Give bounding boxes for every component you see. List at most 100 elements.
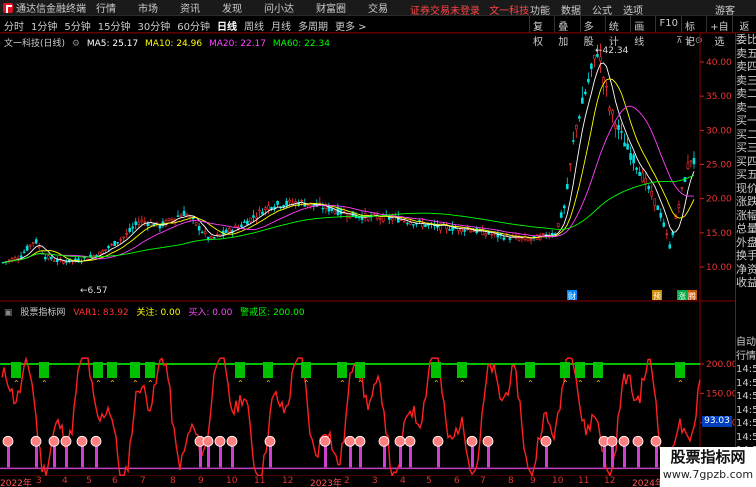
candle-body — [653, 198, 657, 206]
candle-body — [378, 218, 382, 220]
candle-body — [605, 86, 608, 88]
alert-zone-bar — [130, 362, 140, 378]
buy-signal-ball — [90, 435, 102, 447]
candle-body — [243, 221, 246, 224]
tick-row: 14:5 — [736, 404, 756, 416]
indicator-header: ▣ 股票指标网 VAR1: 83.92 关注: 0.00 买入: 0.00 警戒… — [4, 305, 310, 318]
alert-zone-bar — [235, 362, 245, 378]
sell-arrow-icon: ⌃ — [459, 379, 466, 388]
quote-field-label: 买二 — [736, 127, 756, 141]
buy-signal-ball — [432, 435, 444, 447]
candle-body — [620, 131, 623, 133]
buy-signal-bar — [637, 443, 640, 468]
buy-signal-ball — [214, 435, 226, 447]
candle-body — [128, 228, 132, 232]
sell-arrow-icon: ⌃ — [339, 379, 346, 388]
date-tick: 2 — [344, 476, 350, 486]
buy-signal-ball — [264, 435, 276, 447]
date-tick: 7 — [140, 476, 146, 486]
indicator-axis-label: 150.00 — [706, 389, 735, 399]
buy-signal-bar — [7, 443, 10, 468]
candle-body — [571, 140, 575, 142]
alert-zone-bar — [263, 362, 273, 378]
buy-signal-ball — [319, 435, 331, 447]
candle-body — [300, 199, 304, 202]
high-price-label: ←42.34 — [595, 46, 629, 56]
candle-body — [267, 205, 270, 210]
candle-body — [240, 224, 243, 228]
sell-arrow-icon: ⌃ — [357, 379, 364, 388]
buy-signal-ball — [606, 435, 618, 447]
candle-body — [131, 226, 135, 229]
var1-label: VAR1: 83.92 — [73, 308, 129, 318]
sell-arrow-icon: ⌃ — [95, 379, 102, 388]
date-tick: 2023年 — [310, 479, 342, 487]
candle-body — [677, 204, 681, 209]
candle-body — [113, 240, 116, 246]
tick-row: 14:5 — [736, 391, 756, 402]
date-tick: 2022年 — [0, 479, 32, 487]
buy-signal-ball — [482, 435, 494, 447]
candle-body — [484, 233, 488, 236]
candle-body — [399, 219, 403, 221]
buy-signal-bar — [487, 443, 490, 468]
candle-body — [490, 234, 494, 236]
candle-body — [559, 212, 563, 218]
candle-body — [665, 233, 669, 235]
date-tick: 6 — [454, 476, 460, 486]
candle-body — [285, 200, 288, 206]
buy-signal-bar — [324, 443, 327, 468]
quote-field-label: 买四 — [736, 154, 756, 168]
candle-body — [333, 210, 337, 214]
candle-body — [575, 125, 578, 130]
sell-arrow-icon: ⌃ — [595, 379, 602, 388]
sell-arrow-icon: ⌃ — [303, 379, 310, 388]
date-tick: 10 — [552, 476, 564, 486]
candle-body — [556, 222, 560, 227]
candle-body — [146, 223, 150, 227]
alert-zone-bar — [560, 362, 570, 378]
date-tick: 11 — [578, 476, 590, 486]
indicator-name[interactable]: 股票指标网 — [20, 308, 65, 318]
quote-field-label: 卖二 — [736, 87, 756, 100]
buy-signal-ball — [30, 435, 42, 447]
tick-row: 14:5 — [736, 377, 756, 389]
buy-signal-ball — [404, 435, 416, 447]
sell-arrow-icon: ⌃ — [265, 379, 272, 388]
candle-body — [321, 207, 325, 210]
date-tick: 7 — [480, 476, 486, 486]
ma20-line — [2, 105, 694, 264]
price-label: 10.00 — [706, 263, 732, 273]
candle-body — [7, 259, 11, 262]
event-marker-label: 财 — [568, 291, 576, 301]
sell-arrow-icon: ⌃ — [109, 379, 116, 388]
price-label: 35.00 — [706, 92, 732, 102]
buy-signal-bar — [35, 443, 38, 468]
tool-button[interactable]: 返回 — [731, 16, 756, 48]
candle-body — [390, 217, 394, 221]
candle-body — [650, 190, 654, 197]
date-tick: 8 — [170, 476, 176, 486]
tick-row: 自动 — [736, 337, 756, 348]
candle-body — [89, 254, 92, 257]
candle-body — [590, 63, 593, 69]
price-chart[interactable]: 40.00 35.00 30.00 25.00 20.00 15.00 10.00 ←42.3… — [0, 0, 735, 476]
quote-field-label: 卖三 — [736, 73, 756, 87]
date-axis: 2022年 3 4 5 6 7 8 9 10 11 12 2023年 2 3 4 5 6 7 8 9 10 11 12 202… — [0, 476, 690, 487]
quote-field-label: 买一 — [736, 114, 756, 127]
alert-zone-bar — [431, 362, 441, 378]
candle-body — [194, 222, 198, 226]
indicator-menu-icon[interactable]: ▣ — [4, 308, 13, 318]
date-tick: 9 — [530, 476, 536, 486]
alert-zone-bar — [337, 362, 347, 378]
price-label: 30.00 — [706, 126, 732, 136]
date-tick: 6 — [112, 476, 118, 486]
candle-body — [43, 256, 47, 260]
buy-signal-ball — [202, 435, 214, 447]
watermark: 股票指标网 www.7gpzb.com — [660, 447, 756, 487]
candle-body — [46, 255, 50, 259]
candle-body — [409, 222, 412, 225]
candle-body — [170, 219, 174, 222]
candle-body — [445, 225, 448, 230]
candle-body — [517, 237, 521, 241]
